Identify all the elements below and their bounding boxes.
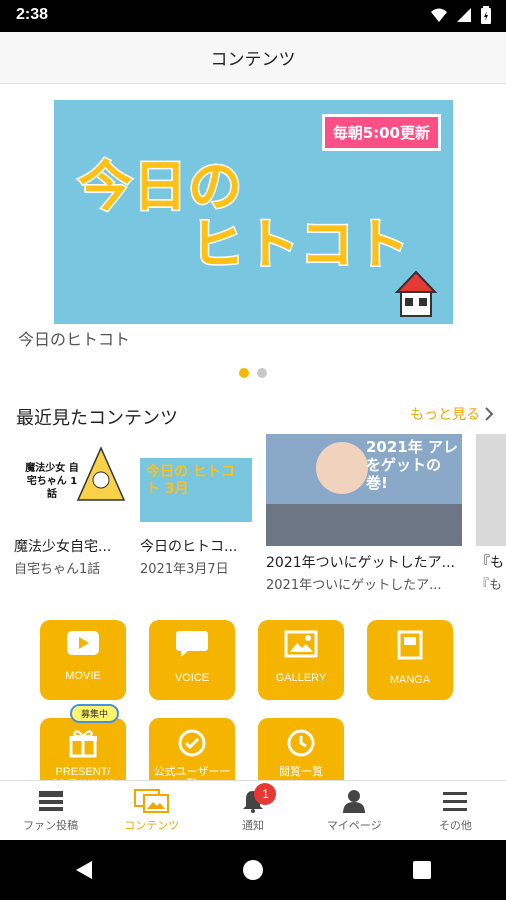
recent-apps-icon[interactable] bbox=[412, 860, 432, 880]
list-icon bbox=[38, 791, 63, 811]
see-more-link[interactable]: もっと見る bbox=[410, 404, 494, 424]
nav-notifications-label: 通知 bbox=[242, 819, 264, 832]
battery-icon bbox=[481, 6, 491, 24]
nav-fan-posts-label: ファン投稿 bbox=[23, 819, 79, 832]
banner-caption: 今日のヒトコト bbox=[18, 330, 131, 349]
house-icon bbox=[395, 270, 437, 317]
manga-label: MANGA bbox=[389, 674, 431, 686]
recent-card[interactable]: 魔法少女 自宅ちゃん 1話 魔法少女自宅... 自宅ちゃん1話 bbox=[14, 434, 130, 577]
nav-my-page-label: マイページ bbox=[326, 819, 382, 832]
carousel-dot-2[interactable] bbox=[257, 368, 267, 378]
thumbnail-text: 2021年 アレをゲットの巻! bbox=[366, 438, 458, 492]
recent-card-title: 2021年ついにゲットしたア... bbox=[266, 555, 455, 571]
present-giveaways-button[interactable]: 募集中 PRESENT/ GIVEAWAYS bbox=[40, 704, 126, 780]
banner-update-tag: 毎朝5:00更新 bbox=[321, 114, 441, 151]
recent-card-subtitle: 『も bbox=[476, 578, 503, 593]
nav-contents[interactable]: コンテンツ bbox=[101, 781, 202, 840]
recent-card-title: 魔法少女自宅... bbox=[14, 539, 112, 555]
status-time: 2:38 bbox=[16, 6, 49, 23]
official-users-button[interactable]: 公式ユーザー一覧 bbox=[149, 718, 235, 780]
bottom-navigation: ファン投稿 コンテンツ 1 通知 マイページ その他 bbox=[0, 780, 506, 840]
image-gallery-icon bbox=[284, 630, 318, 658]
movie-button[interactable]: MOVIE bbox=[40, 620, 126, 700]
nav-my-page[interactable]: マイページ bbox=[304, 781, 405, 840]
movie-label: MOVIE bbox=[65, 670, 101, 682]
present-label: PRESENT/ GIVEAWAYS bbox=[51, 766, 115, 780]
recent-card-subtitle: 2021年3月7日 bbox=[140, 562, 229, 577]
manga-button[interactable]: MANGA bbox=[367, 620, 453, 700]
content-scroll-area[interactable]: 毎朝5:00更新 今日の ヒトコト 今日のヒトコト 最近見たコンテンツ もっと見… bbox=[0, 84, 506, 780]
chevron-right-icon bbox=[485, 407, 494, 421]
recruiting-badge: 募集中 bbox=[70, 704, 120, 723]
clock-icon bbox=[287, 729, 315, 757]
recent-thumbnail: 今日の ヒトコト 3月 bbox=[140, 434, 256, 522]
book-icon bbox=[397, 630, 423, 660]
nav-fan-posts[interactable]: ファン投稿 bbox=[0, 781, 101, 840]
history-label: 閲覧一覧 bbox=[279, 766, 323, 778]
speech-bubble-icon bbox=[176, 631, 208, 657]
cellular-signal-icon bbox=[457, 8, 471, 22]
recent-thumbnail bbox=[476, 434, 506, 546]
nav-more-label: その他 bbox=[438, 819, 472, 832]
app-header: コンテンツ bbox=[0, 32, 506, 84]
recent-card[interactable]: 今日の ヒトコト 3月 今日のヒトコ... 2021年3月7日 bbox=[140, 434, 256, 577]
see-more-label: もっと見る bbox=[410, 407, 480, 423]
recent-card-subtitle: 自宅ちゃん1話 bbox=[14, 562, 101, 577]
user-icon bbox=[343, 790, 366, 813]
page-title: コンテンツ bbox=[210, 50, 296, 70]
thumbnail-text: 今日の ヒトコト 3月 bbox=[146, 464, 235, 497]
recent-card-subtitle: 2021年ついにゲットしたア... bbox=[266, 578, 442, 593]
status-bar: 2:38 bbox=[0, 0, 506, 32]
voice-button[interactable]: VOICE bbox=[149, 620, 235, 700]
recent-card-title: 『も bbox=[476, 555, 504, 571]
nav-notifications[interactable]: 1 通知 bbox=[202, 781, 303, 840]
system-navigation-bar bbox=[0, 840, 506, 900]
back-icon[interactable] bbox=[74, 859, 94, 881]
home-icon[interactable] bbox=[242, 859, 264, 881]
check-circle-icon bbox=[178, 729, 206, 757]
recent-thumbnail: 魔法少女 自宅ちゃん 1話 bbox=[14, 434, 130, 522]
banner-title-line2: ヒトコト bbox=[189, 212, 411, 278]
wifi-icon bbox=[431, 8, 447, 22]
recent-contents-list[interactable]: 魔法少女 自宅ちゃん 1話 魔法少女自宅... 自宅ちゃん1話 今日の ヒトコト… bbox=[14, 434, 506, 594]
recent-section-title: 最近見たコンテンツ bbox=[16, 408, 178, 429]
gift-icon bbox=[69, 730, 97, 758]
contents-icon bbox=[133, 789, 169, 813]
play-video-icon bbox=[67, 631, 99, 655]
thumbnail-text: 魔法少女 自宅ちゃん 1話 bbox=[25, 463, 79, 500]
official-users-label: 公式ユーザー一覧 bbox=[153, 766, 231, 780]
hamburger-menu-icon bbox=[443, 792, 468, 811]
status-icons bbox=[430, 6, 492, 24]
nav-contents-label: コンテンツ bbox=[124, 819, 180, 832]
carousel-indicator bbox=[0, 368, 506, 378]
carousel-dot-1[interactable] bbox=[239, 368, 249, 378]
gallery-label: GALLERY bbox=[275, 672, 327, 684]
nav-more[interactable]: その他 bbox=[405, 781, 506, 840]
voice-label: VOICE bbox=[174, 672, 210, 684]
recent-card-title: 今日のヒトコ... bbox=[140, 539, 238, 555]
recent-card[interactable]: 2021年 アレをゲットの巻! 2021年ついにゲットしたア... 2021年つ… bbox=[266, 434, 462, 593]
gallery-button[interactable]: GALLERY bbox=[258, 620, 344, 700]
recent-card[interactable]: 『も 『も bbox=[476, 434, 506, 593]
history-button[interactable]: 閲覧一覧 bbox=[258, 718, 344, 780]
featured-banner[interactable]: 毎朝5:00更新 今日の ヒトコト bbox=[54, 100, 453, 324]
notification-count-badge: 1 bbox=[254, 783, 277, 805]
tent-illustration-icon bbox=[76, 446, 126, 501]
recent-thumbnail: 2021年 アレをゲットの巻! bbox=[266, 434, 462, 546]
